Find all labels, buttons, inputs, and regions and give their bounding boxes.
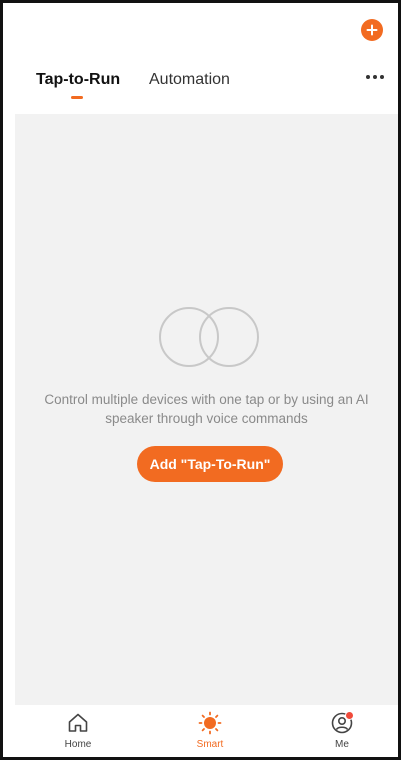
empty-state-message: Control multiple devices with one tap or… — [44, 392, 369, 426]
tab-active-indicator — [71, 96, 83, 99]
me-icon-wrap — [330, 711, 354, 735]
nav-item-home[interactable]: Home — [48, 711, 108, 755]
app-screen: Tap-to-Run Automation Control multiple d… — [15, 3, 398, 757]
nav-label-me: Me — [335, 739, 349, 750]
nav-item-smart[interactable]: Smart — [180, 711, 240, 755]
scene-rings-icon — [159, 307, 259, 367]
notification-badge — [345, 711, 354, 720]
header: Tap-to-Run Automation — [15, 41, 398, 114]
nav-label-home: Home — [64, 739, 92, 750]
main-content: Control multiple devices with one tap or… — [15, 114, 398, 705]
tab-tap-to-run[interactable]: Tap-to-Run — [36, 71, 120, 89]
nav-label-smart: Smart — [196, 739, 224, 750]
add-button[interactable] — [361, 19, 383, 41]
add-tap-to-run-button[interactable]: Add "Tap-To-Run" — [137, 446, 283, 482]
plus-icon — [366, 24, 378, 36]
phone-screen: Tap-to-Run Automation Control multiple d… — [0, 0, 401, 760]
home-icon — [68, 713, 88, 732]
tab-automation[interactable]: Automation — [149, 71, 230, 89]
nav-item-me[interactable]: Me — [312, 711, 372, 755]
more-options-icon[interactable] — [366, 75, 384, 79]
bottom-nav: Home Smart Me — [15, 705, 398, 757]
sun-icon — [198, 711, 222, 735]
